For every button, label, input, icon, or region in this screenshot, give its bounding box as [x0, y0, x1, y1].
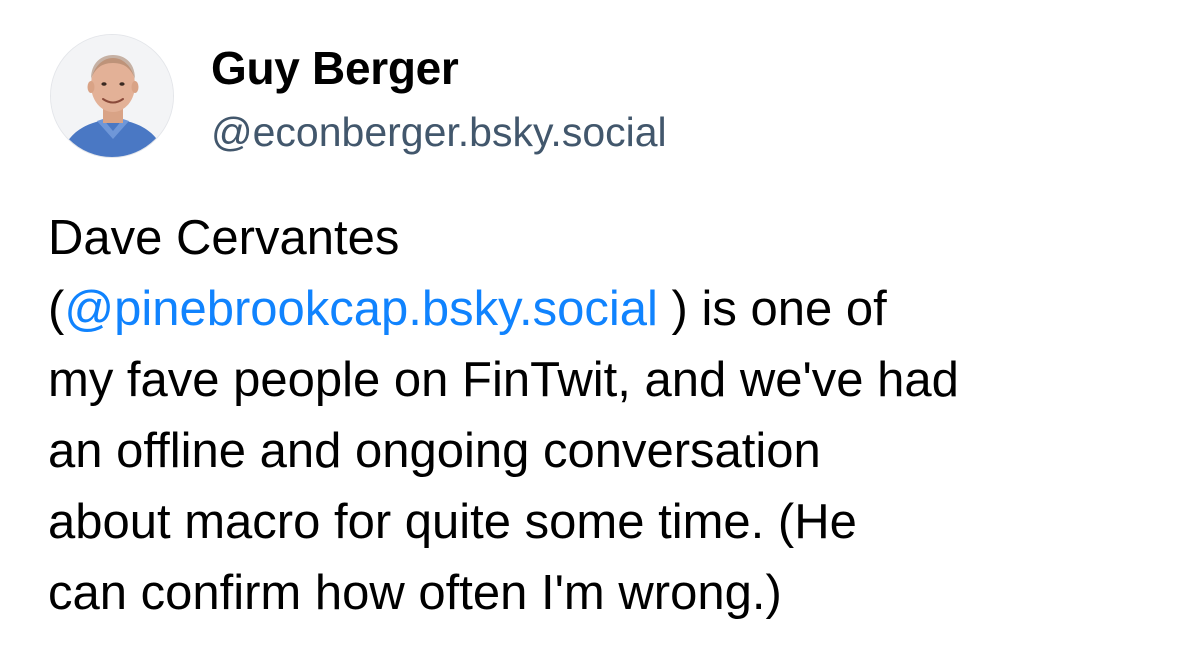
post-text-line: can confirm how often I'm wrong.) [48, 566, 782, 620]
post-text-line: Dave Cervantes [48, 211, 400, 265]
post-text-line: an offline and ongoing conversation [48, 424, 821, 478]
profile-photo [51, 35, 173, 157]
post-text-line: (@pinebrookcap.bsky.social ) is one of [48, 274, 1158, 345]
post-text-fragment: ) is one of [657, 282, 887, 336]
mention-link[interactable]: @pinebrookcap.bsky.social [64, 282, 658, 336]
post-text: Dave Cervantes (@pinebrookcap.bsky.socia… [48, 203, 1158, 629]
post-text-line: my fave people on FinTwit, and we've had [48, 353, 959, 407]
post-card: Guy Berger @econberger.bsky.social Dave … [0, 0, 1179, 669]
author-handle[interactable]: @econberger.bsky.social [211, 106, 667, 158]
author-display-name[interactable]: Guy Berger [211, 38, 459, 98]
open-paren: ( [48, 282, 65, 336]
author-avatar[interactable] [50, 34, 174, 158]
post-text-line: about macro for quite some time. (He [48, 495, 857, 549]
